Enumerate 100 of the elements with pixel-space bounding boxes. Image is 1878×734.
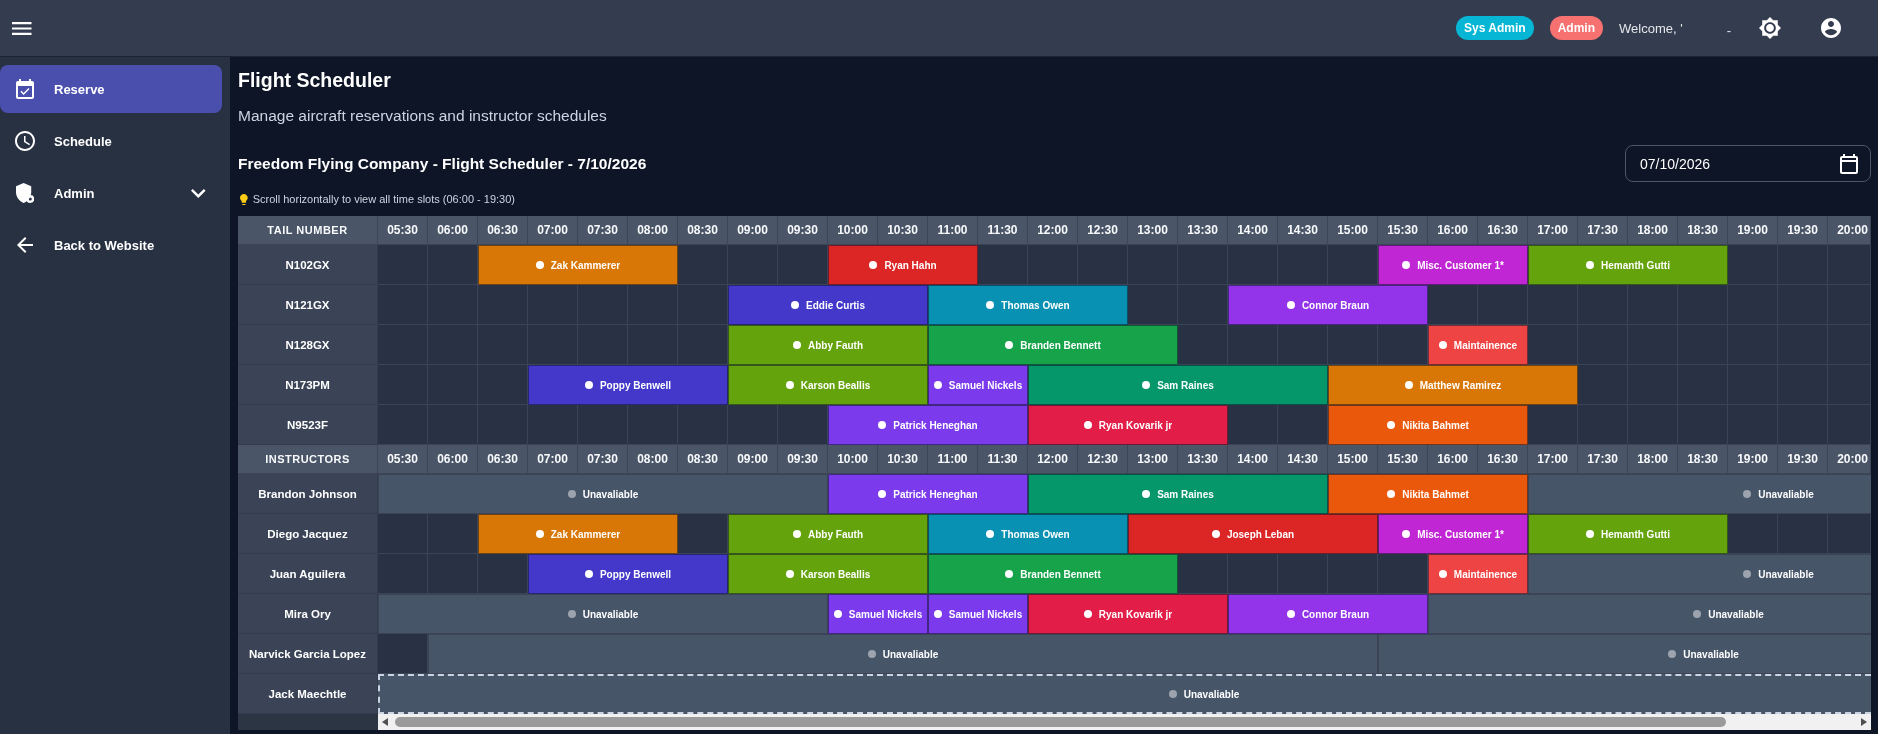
instructor-name-cell: Brandon Johnson [238, 474, 378, 514]
booking-block[interactable]: Matthew Ramirez [1328, 365, 1578, 405]
sun-icon[interactable] [1759, 17, 1781, 39]
welcome-text: Welcome, ' [1619, 20, 1683, 36]
calendar-icon[interactable] [1840, 153, 1858, 174]
caret-left-icon[interactable] [382, 718, 388, 726]
dot-icon [867, 650, 876, 658]
booking-block[interactable]: Zak Kammerer [478, 514, 678, 554]
booking-block[interactable]: Ryan Kovarik jr [1028, 594, 1228, 634]
booking-block[interactable]: Patrick Heneghan [828, 405, 1028, 445]
date-field[interactable]: 07/10/2026 [1625, 145, 1871, 182]
dot-icon [1005, 570, 1014, 578]
sidebar-item[interactable]: Schedule [0, 117, 222, 165]
unavailable-label: Unavaliable [582, 608, 639, 620]
booking-block[interactable]: Joseph Leban [1128, 514, 1378, 554]
time-header: 06:00 [428, 445, 478, 474]
sidebar-item[interactable]: Reserve [0, 65, 222, 113]
calendar-check-icon [16, 79, 34, 99]
time-header: 12:00 [1028, 216, 1078, 245]
dot-icon [1586, 530, 1595, 538]
dot-icon [1743, 490, 1752, 498]
dot-icon [1286, 610, 1295, 618]
time-header: 09:30 [778, 445, 828, 474]
time-header: 20:00 [1828, 445, 1871, 474]
instructor-name-cell: Diego Jacquez [238, 514, 378, 554]
booking-block[interactable]: Nikita Bahmet [1328, 474, 1528, 514]
booking-block[interactable]: Abby Fauth [728, 514, 928, 554]
booking-block[interactable]: Samuel Nickels [828, 594, 928, 634]
dot-icon [1083, 610, 1092, 618]
sidebar-item[interactable]: Admin [0, 169, 222, 217]
dot-icon [584, 381, 593, 389]
dot-icon [1402, 261, 1411, 269]
dot-icon [933, 381, 942, 389]
time-header: 07:00 [528, 216, 578, 245]
booking-block[interactable]: Thomas Owen [928, 285, 1128, 325]
time-header: 17:00 [1528, 445, 1578, 474]
booking-block[interactable]: Zak Kammerer [478, 245, 678, 285]
booking-block[interactable]: Hemanth Gutti [1528, 245, 1728, 285]
dot-icon [1005, 341, 1014, 349]
dot-icon [535, 261, 544, 269]
dot-icon [1387, 490, 1396, 498]
booking-block[interactable]: Maintainence [1428, 554, 1528, 594]
unavailable-label: Unavaliable [1758, 488, 1814, 500]
booking-block[interactable]: Branden Bennett [928, 554, 1178, 594]
column-header: INSTRUCTORS [238, 445, 378, 474]
booking-block[interactable]: Maintainence [1428, 325, 1528, 365]
dot-icon [1586, 261, 1595, 269]
time-header: 08:00 [628, 216, 678, 245]
time-header: 11:00 [928, 216, 978, 245]
booking-block[interactable]: Karson Beallis [728, 554, 928, 594]
chevron-down-icon[interactable] [191, 188, 206, 198]
column-header: TAIL NUMBER [238, 216, 378, 245]
dot-icon [878, 490, 887, 498]
dot-icon [793, 341, 801, 349]
time-header: 18:00 [1628, 216, 1678, 245]
booking-block[interactable]: Patrick Heneghan [828, 474, 1028, 514]
booking-block[interactable]: Samuel Nickels [928, 594, 1028, 634]
unavailable-label: Unavaliable [1183, 688, 1240, 700]
booking-block[interactable]: Connor Braun [1228, 285, 1428, 325]
time-header: 17:30 [1578, 445, 1628, 474]
booking-block[interactable]: Samuel Nickels [928, 365, 1028, 405]
scrollbar-thumb[interactable] [395, 717, 1726, 727]
menu-icon[interactable] [12, 21, 32, 35]
dot-icon [933, 610, 942, 618]
time-header: 16:30 [1478, 445, 1528, 474]
booking-block[interactable]: Hemanth Gutti [1528, 514, 1728, 554]
booking-block[interactable]: Karson Beallis [728, 365, 928, 405]
time-header: 15:00 [1328, 216, 1378, 245]
arrow-left-icon [17, 237, 33, 253]
booking-block[interactable]: Sam Raines [1028, 365, 1328, 405]
booking-block[interactable]: Misc. Customer 1* [1378, 245, 1528, 285]
booking-block[interactable]: Poppy Benwell [528, 365, 728, 405]
time-header: 14:00 [1228, 216, 1278, 245]
booking-block[interactable]: Branden Bennett [928, 325, 1178, 365]
booking-block[interactable]: Poppy Benwell [528, 554, 728, 594]
booking-block[interactable]: Sam Raines [1028, 474, 1328, 514]
time-header: 12:30 [1078, 445, 1128, 474]
booking-block[interactable]: Ryan Hahn [828, 245, 978, 285]
booking-block[interactable]: Thomas Owen [928, 514, 1128, 554]
time-header: 16:00 [1428, 445, 1478, 474]
time-header: 11:00 [928, 445, 978, 474]
dot-icon [1438, 341, 1447, 349]
booking-block[interactable]: Connor Braun [1228, 594, 1428, 634]
instructor-name-cell: Jack Maechtle [238, 674, 378, 714]
booking-block[interactable]: Ryan Kovarik jr [1028, 405, 1228, 445]
dot-icon [1693, 610, 1702, 618]
tail-number-cell: N102GX [238, 245, 378, 285]
user-icon[interactable] [1821, 18, 1841, 38]
booking-block[interactable]: Eddie Curtis [728, 285, 928, 325]
time-header: 07:30 [578, 445, 628, 474]
time-header: 07:30 [578, 216, 628, 245]
booking-block[interactable]: Nikita Bahmet [1328, 405, 1528, 445]
dot-icon [1743, 570, 1752, 578]
time-header: 18:30 [1678, 445, 1728, 474]
sidebar-item[interactable]: Back to Website [0, 221, 222, 269]
horizontal-scrollbar[interactable] [378, 714, 1871, 730]
time-header: 14:00 [1228, 445, 1278, 474]
caret-right-icon[interactable] [1861, 718, 1867, 726]
booking-block[interactable]: Misc. Customer 1* [1378, 514, 1528, 554]
booking-block[interactable]: Abby Fauth [728, 325, 928, 365]
